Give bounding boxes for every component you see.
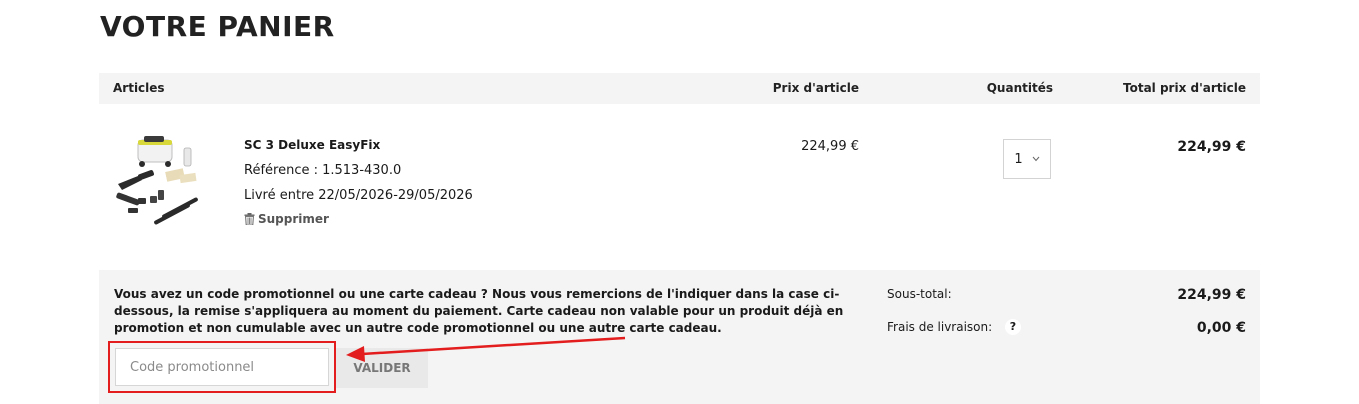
shipping-help-icon[interactable]: ? xyxy=(1005,319,1021,335)
product-image[interactable] xyxy=(108,128,208,232)
product-reference: Référence : 1.513-430.0 xyxy=(244,163,402,178)
remove-item-button[interactable]: Supprimer xyxy=(244,212,329,226)
shipping-value: 0,00 € xyxy=(1196,320,1246,336)
header-quantity: Quantités xyxy=(986,81,1053,95)
quantity-value: 1 xyxy=(1014,151,1023,167)
header-line-total: Total prix d'article xyxy=(1123,81,1246,95)
item-line-total: 224,99 € xyxy=(1177,139,1246,155)
subtotal-value: 224,99 € xyxy=(1177,287,1246,303)
promo-code-input[interactable] xyxy=(115,348,329,386)
page-title: VOTRE PANIER xyxy=(100,10,335,43)
chevron-down-icon xyxy=(1032,156,1040,162)
product-delivery-date: Livré entre 22/05/2026-29/05/2026 xyxy=(244,188,473,203)
shipping-label: Frais de livraison: xyxy=(887,320,993,334)
header-unit-price: Prix d'article xyxy=(772,81,859,95)
product-name[interactable]: SC 3 Deluxe EasyFix xyxy=(244,138,380,152)
header-articles: Articles xyxy=(113,81,165,95)
promo-input-highlight xyxy=(108,341,336,393)
red-arrow-annotation xyxy=(346,336,626,362)
cart-table-header: Articles Prix d'article Quantités Total … xyxy=(99,73,1260,104)
quantity-select[interactable]: 1 xyxy=(1003,139,1051,179)
trash-icon xyxy=(244,213,255,225)
subtotal-label: Sous-total: xyxy=(887,287,952,301)
remove-item-label: Supprimer xyxy=(258,212,329,226)
item-unit-price: 224,99 € xyxy=(801,139,859,154)
